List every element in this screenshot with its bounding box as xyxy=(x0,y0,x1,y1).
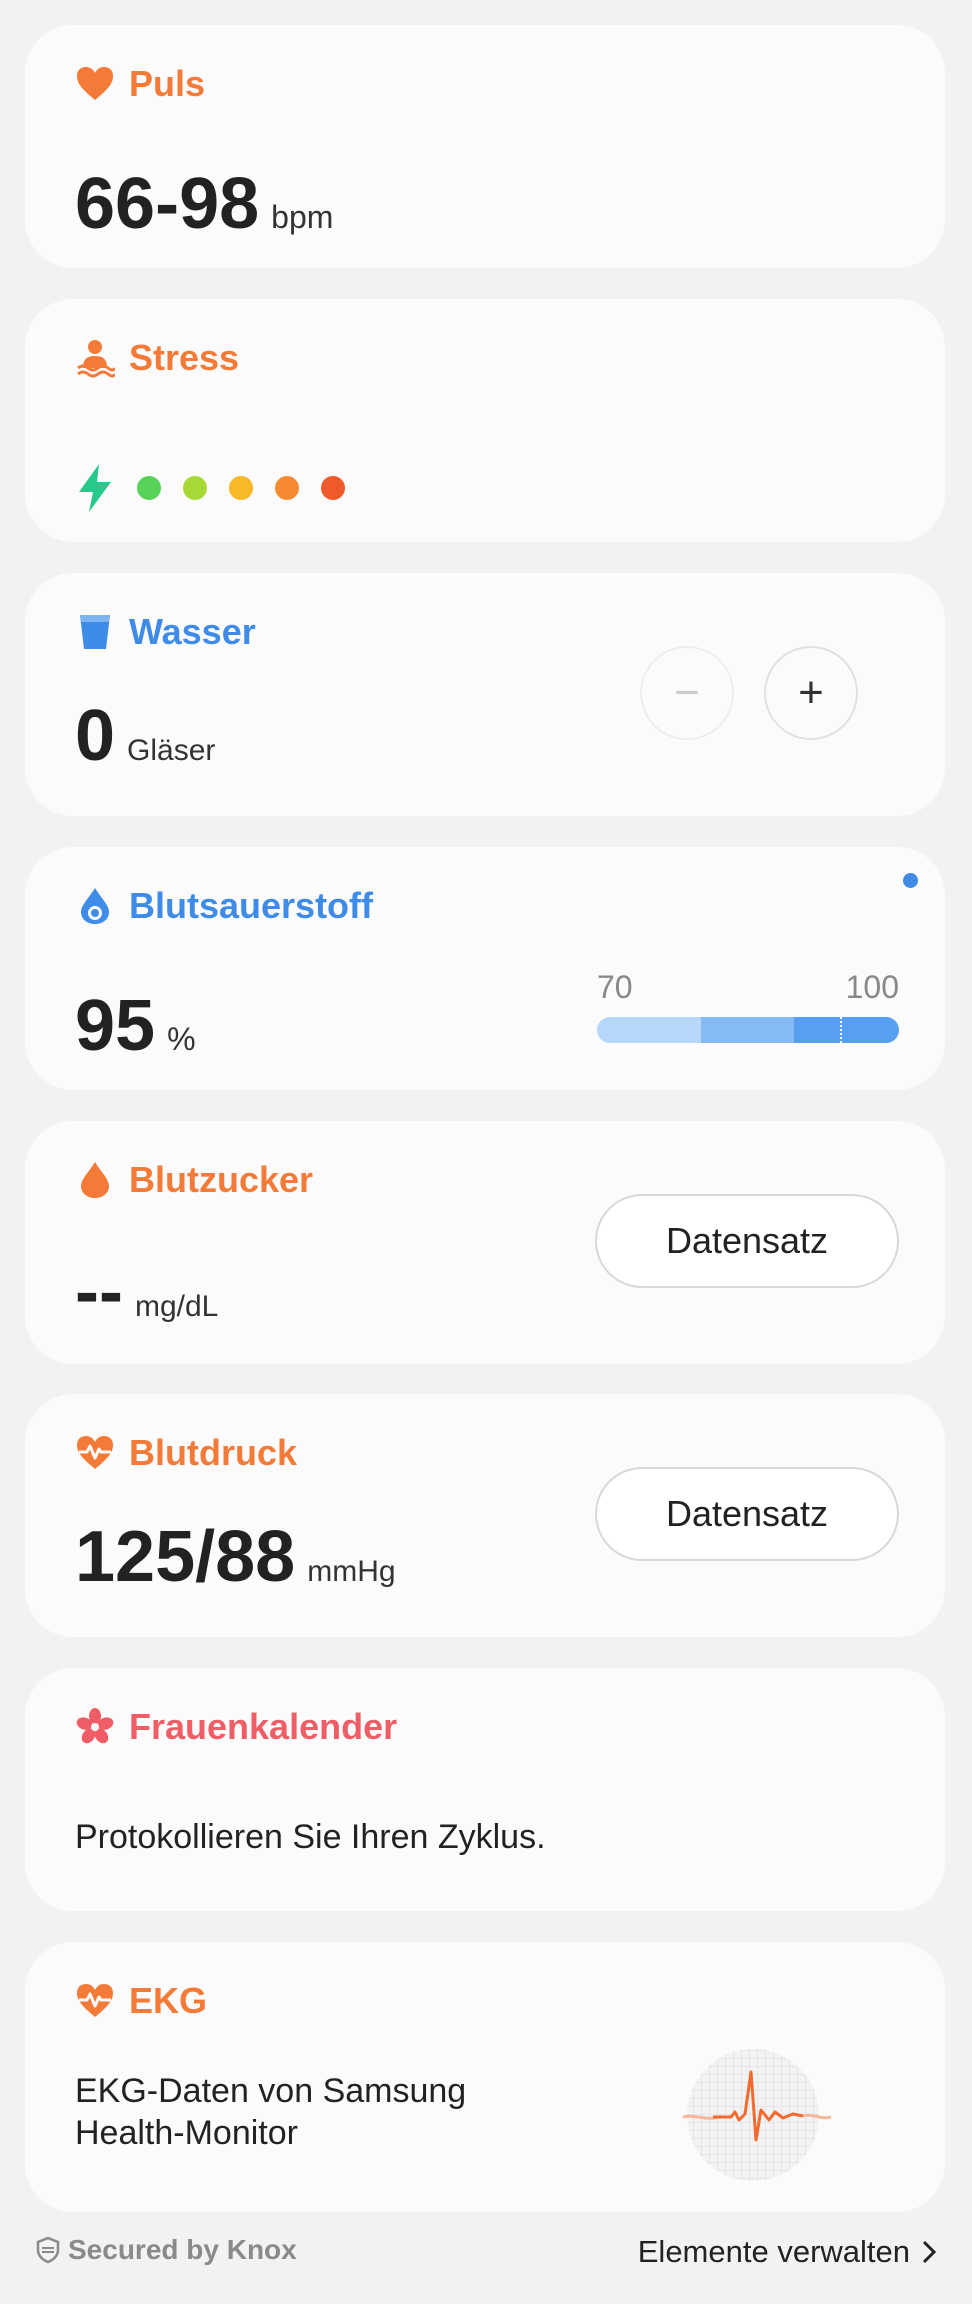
stress-title: Stress xyxy=(129,337,240,378)
manage-items-label: Elemente verwalten xyxy=(637,2234,910,2269)
blutsauerstoff-header: Blutsauerstoff xyxy=(75,885,373,927)
footer: Secured by Knox Elemente verwalten xyxy=(0,2226,972,2276)
blutsauerstoff-unit: % xyxy=(167,1021,196,1057)
wasser-card[interactable]: Wasser 0 Gläser − + xyxy=(25,573,945,816)
blutzucker-title: Blutzucker xyxy=(129,1159,314,1200)
knox-badge: Secured by Knox xyxy=(36,2234,297,2266)
puls-value: 66-98 xyxy=(75,164,260,244)
wasser-title: Wasser xyxy=(129,611,256,652)
chevron-right-icon xyxy=(920,2239,938,2265)
secured-by-knox-label: Secured by Knox xyxy=(68,2234,297,2265)
person-stress-icon xyxy=(75,338,115,378)
stress-level-indicator xyxy=(75,464,345,512)
plus-icon: + xyxy=(798,668,824,717)
stress-header: Stress xyxy=(75,337,239,379)
flower-icon xyxy=(75,1707,115,1747)
blutsauerstoff-value: 95 xyxy=(75,986,156,1066)
frauenkalender-header: Frauenkalender xyxy=(75,1706,397,1748)
wasser-minus-button[interactable]: − xyxy=(640,646,734,740)
lightning-icon xyxy=(75,464,115,512)
minus-icon: − xyxy=(674,668,700,717)
ekg-line-1: EKG-Daten von Samsung xyxy=(75,2072,467,2110)
current-value-marker xyxy=(840,1017,842,1043)
frauenkalender-text: Protokollieren Sie Ihren Zyklus. xyxy=(75,1818,546,1856)
blutdruck-value: 125/88 xyxy=(75,1517,296,1597)
wasser-value: 0 xyxy=(75,696,116,776)
blutzucker-unit: mg/dL xyxy=(134,1290,219,1323)
stress-dot-4 xyxy=(275,476,299,500)
stress-dot-3 xyxy=(229,476,253,500)
water-glass-icon xyxy=(75,612,115,652)
puls-title: Puls xyxy=(129,63,206,104)
stress-card[interactable]: Stress xyxy=(25,299,945,542)
frauenkalender-title: Frauenkalender xyxy=(129,1706,398,1747)
ekg-header: EKG xyxy=(75,1980,207,2022)
blutzucker-value: -- xyxy=(75,1252,123,1332)
puls-value-row: 66-98 bpm xyxy=(75,163,333,245)
wasser-plus-button[interactable]: + xyxy=(764,646,858,740)
frauenkalender-card[interactable]: Frauenkalender Protokollieren Sie Ihren … xyxy=(25,1668,945,1911)
ekg-description: EKG-Daten von Samsung Health-Monitor xyxy=(75,2070,466,2154)
wasser-header: Wasser xyxy=(75,611,256,653)
stress-dot-2 xyxy=(183,476,207,500)
wasser-unit: Gläser xyxy=(127,734,216,767)
blutzucker-header: Blutzucker xyxy=(75,1159,313,1201)
wasser-value-row: 0 Gläser xyxy=(75,695,215,777)
manage-items-link[interactable]: Elemente verwalten xyxy=(638,2234,938,2270)
blutzucker-card[interactable]: Blutzucker -- mg/dL Datensatz xyxy=(25,1121,945,1364)
oxygen-drop-icon xyxy=(75,886,115,926)
shield-icon xyxy=(36,2236,60,2264)
blutsauerstoff-card[interactable]: Blutsauerstoff 95 % 70 100 xyxy=(25,847,945,1090)
range-high-label: 100 xyxy=(845,969,899,1005)
heart-pulse-icon xyxy=(75,1433,115,1473)
heart-icon xyxy=(75,64,115,104)
blutdruck-title: Blutdruck xyxy=(129,1432,298,1473)
ekg-card[interactable]: EKG EKG-Daten von Samsung Health-Monitor xyxy=(25,1942,945,2212)
drop-icon xyxy=(75,1160,115,1200)
blutzucker-value-row: -- mg/dL xyxy=(75,1251,218,1333)
range-low-label: 70 xyxy=(597,969,633,1005)
blutdruck-header: Blutdruck xyxy=(75,1432,297,1474)
blutdruck-unit: mmHg xyxy=(307,1555,396,1588)
notification-dot xyxy=(903,873,918,888)
blutsauerstoff-value-row: 95 % xyxy=(75,985,196,1067)
blutdruck-value-row: 125/88 mmHg xyxy=(75,1516,396,1598)
blutdruck-card[interactable]: Blutdruck 125/88 mmHg Datensatz xyxy=(25,1394,945,1637)
heart-pulse-icon xyxy=(75,1981,115,2021)
blutsauerstoff-title: Blutsauerstoff xyxy=(129,885,374,926)
ekg-title: EKG xyxy=(129,1980,208,2021)
oxygen-range-bar xyxy=(597,1017,899,1043)
puls-unit: bpm xyxy=(271,199,334,235)
puls-header: Puls xyxy=(75,63,205,105)
ekg-illustration xyxy=(682,2049,832,2181)
blutdruck-datensatz-button[interactable]: Datensatz xyxy=(595,1467,899,1561)
ekg-line-2: Health-Monitor xyxy=(75,2114,298,2152)
puls-card[interactable]: Puls 66-98 bpm xyxy=(25,25,945,268)
blutzucker-datensatz-button[interactable]: Datensatz xyxy=(595,1194,899,1288)
stress-dot-1 xyxy=(137,476,161,500)
stress-dot-5 xyxy=(321,476,345,500)
